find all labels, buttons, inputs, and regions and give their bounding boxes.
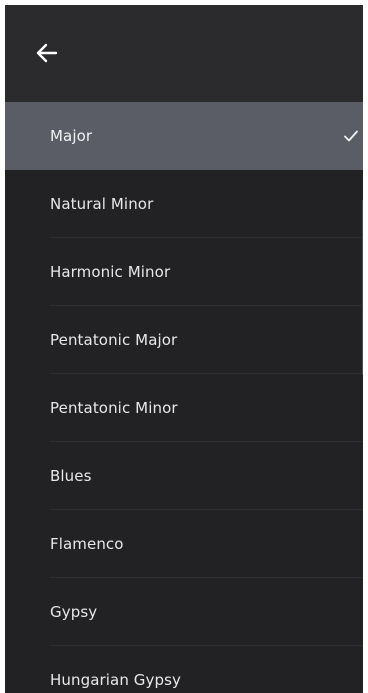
scale-list: Major Natural Minor Harmonic Minor Penta… xyxy=(5,102,363,693)
back-button[interactable] xyxy=(33,39,61,67)
scale-option-natural-minor[interactable]: Natural Minor xyxy=(5,170,363,238)
scale-option-major[interactable]: Major xyxy=(5,102,363,170)
scale-option-label: Blues xyxy=(50,467,92,485)
scale-option-label: Pentatonic Major xyxy=(50,331,178,349)
scale-picker-panel: Major Natural Minor Harmonic Minor Penta… xyxy=(5,5,363,693)
scale-option-harmonic-minor[interactable]: Harmonic Minor xyxy=(5,238,363,306)
scale-option-blues[interactable]: Blues xyxy=(5,442,363,510)
checkmark-icon xyxy=(344,130,358,142)
scale-option-pentatonic-major[interactable]: Pentatonic Major xyxy=(5,306,363,374)
scale-option-label: Natural Minor xyxy=(50,195,154,213)
scale-option-label: Harmonic Minor xyxy=(50,263,171,281)
scale-option-hungarian-gypsy[interactable]: Hungarian Gypsy xyxy=(5,646,363,693)
scrollbar-thumb[interactable] xyxy=(362,200,363,375)
header-bar xyxy=(5,5,363,102)
scale-option-label: Pentatonic Minor xyxy=(50,399,178,417)
scale-option-label: Gypsy xyxy=(50,603,98,621)
scale-option-label: Hungarian Gypsy xyxy=(50,671,182,689)
scale-option-pentatonic-minor[interactable]: Pentatonic Minor xyxy=(5,374,363,442)
scale-option-gypsy[interactable]: Gypsy xyxy=(5,578,363,646)
scale-option-label: Major xyxy=(50,127,93,145)
scale-option-label: Flamenco xyxy=(50,535,124,553)
arrow-left-icon xyxy=(36,43,58,63)
scale-option-flamenco[interactable]: Flamenco xyxy=(5,510,363,578)
